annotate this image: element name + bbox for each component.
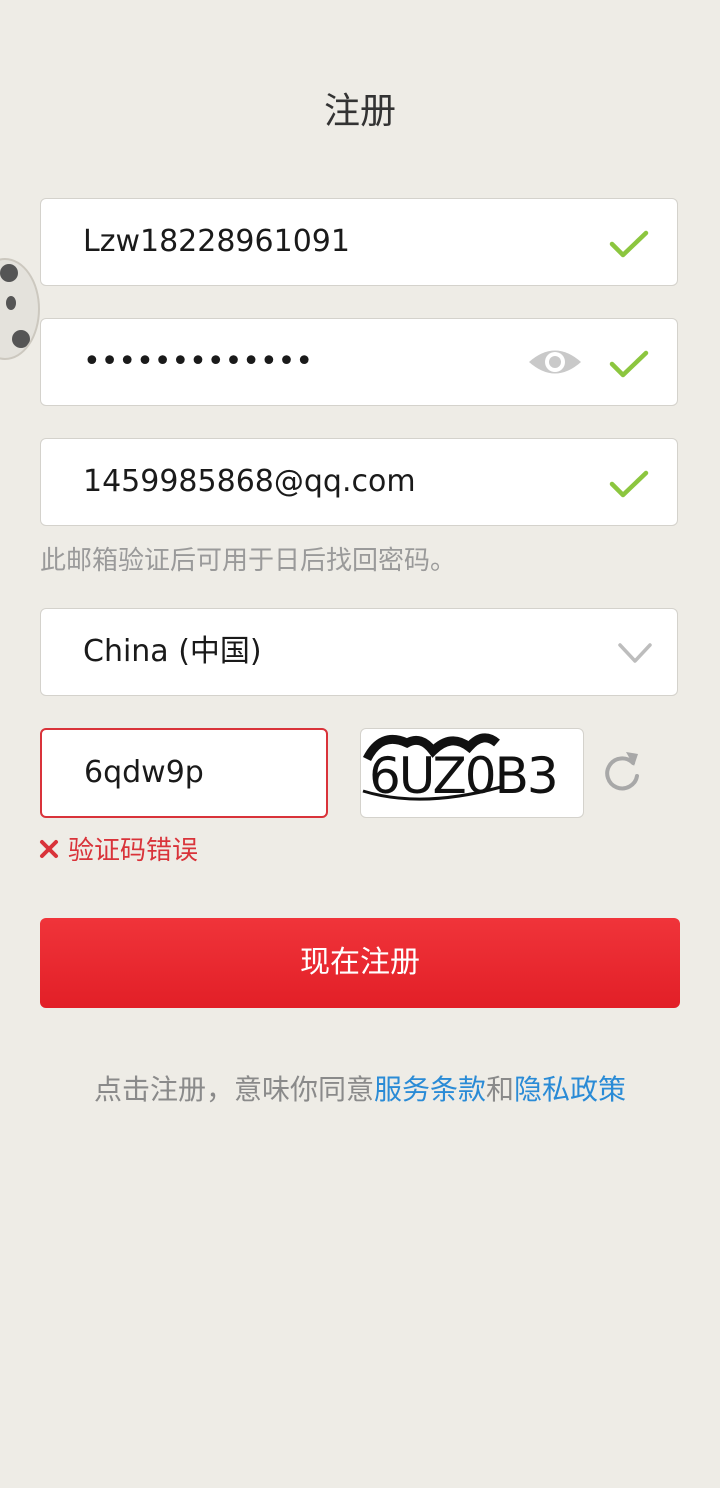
terms-of-service-link[interactable]: 服务条款 (374, 1073, 486, 1106)
captcha-input[interactable]: 6qdw9p (40, 728, 328, 818)
email-hint: 此邮箱验证后可用于日后找回密码。 (40, 546, 457, 576)
country-select[interactable]: China (中国) (40, 608, 678, 696)
email-field[interactable]: 1459985868@qq.com (40, 438, 678, 526)
page-title: 注册 (323, 91, 396, 132)
check-icon (609, 230, 649, 258)
captcha-image[interactable]: 6UZ0B3 (360, 728, 584, 818)
captcha-value: 6qdw9p (84, 755, 204, 790)
chevron-down-icon (618, 643, 652, 663)
terms-prefix: 点击注册，意味你同意 (93, 1073, 374, 1106)
check-icon (609, 350, 649, 378)
eye-icon[interactable] (527, 343, 583, 381)
password-value: ••••••••••••• (83, 344, 314, 379)
privacy-policy-link[interactable]: 隐私政策 (514, 1073, 626, 1106)
captcha-error-message: 验证码错误 (38, 830, 198, 867)
x-icon (40, 839, 58, 858)
terms-notice: 点击注册，意味你同意服务条款和隐私政策 (0, 1068, 720, 1108)
register-button[interactable]: 现在注册 (40, 918, 680, 1008)
captcha-error-text: 验证码错误 (68, 836, 199, 866)
captcha-image-text: 6UZ0B3 (369, 747, 557, 805)
password-field[interactable]: ••••••••••••• (40, 318, 678, 406)
check-icon (609, 470, 649, 498)
username-value: Lzw18228961091 (83, 224, 350, 259)
panda-mascot-image (0, 258, 40, 360)
refresh-icon[interactable] (600, 746, 644, 794)
email-value: 1459985868@qq.com (83, 464, 416, 499)
terms-and: 和 (486, 1073, 515, 1106)
username-field[interactable]: Lzw18228961091 (40, 198, 678, 286)
country-value: China (中国) (83, 634, 262, 669)
